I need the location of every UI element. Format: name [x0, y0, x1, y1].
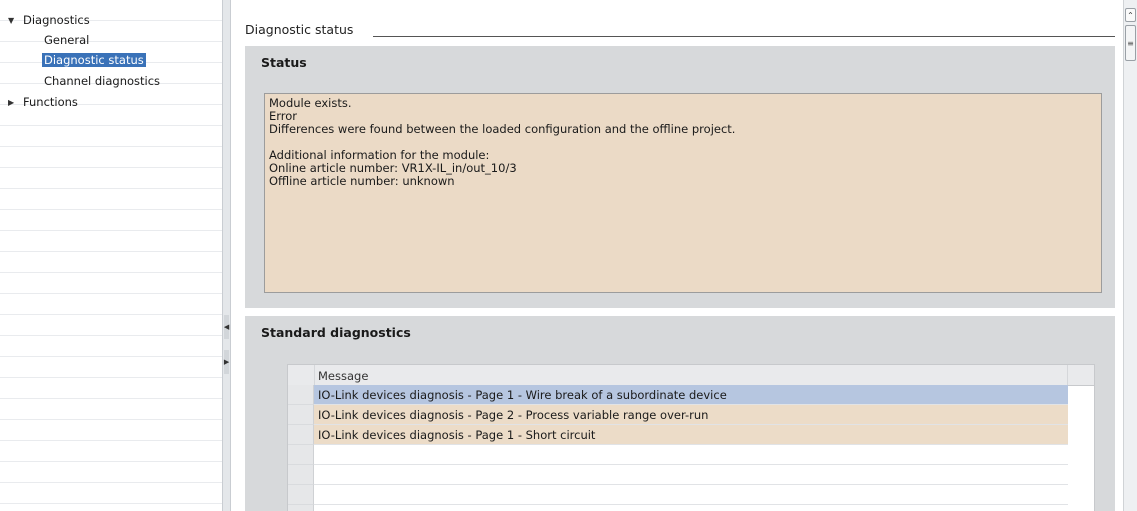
pane-splitter[interactable]: ◀ ▶: [222, 0, 231, 511]
row-header[interactable]: [288, 385, 314, 405]
section-title: Diagnostic status: [245, 22, 354, 37]
empty-cell: [314, 445, 1068, 465]
message-cell: IO-Link devices diagnosis - Page 1 - Sho…: [314, 425, 1068, 445]
triangle-right-icon[interactable]: ▶: [8, 93, 20, 113]
properties-window: ▼ Diagnostics General Diagnostic status C…: [0, 0, 1137, 511]
column-header-message[interactable]: Message: [315, 365, 368, 385]
empty-table-row: [288, 505, 1094, 511]
tree-item-label: Diagnostics: [23, 13, 90, 27]
status-line: Module exists.: [269, 96, 352, 110]
empty-cell: [314, 505, 1068, 511]
collapse-left-icon[interactable]: ◀: [224, 315, 229, 339]
tree-item-label: Diagnostic status: [42, 53, 146, 67]
tree-item-diagnostics[interactable]: ▼ Diagnostics: [8, 10, 90, 30]
tree-item-label: Functions: [23, 95, 78, 109]
content-area: Diagnostic status Status Module exists. …: [231, 0, 1123, 511]
status-text-box[interactable]: Module exists. Error Differences were fo…: [264, 93, 1102, 293]
scroll-up-icon[interactable]: ⌃: [1125, 8, 1136, 22]
empty-cell: [314, 465, 1068, 485]
table-row[interactable]: IO-Link devices diagnosis - Page 2 - Pro…: [288, 405, 1094, 425]
row-header[interactable]: [288, 425, 314, 445]
expand-right-icon[interactable]: ▶: [224, 350, 229, 374]
empty-table-row: [288, 465, 1094, 485]
tree-item-channel-diagnostics[interactable]: Channel diagnostics: [44, 71, 160, 91]
status-panel-title: Status: [261, 55, 307, 70]
table-header-end: [1067, 365, 1094, 385]
navigation-tree: ▼ Diagnostics General Diagnostic status C…: [0, 0, 223, 511]
tree-item-diagnostic-status[interactable]: Diagnostic status: [42, 50, 146, 70]
row-header: [288, 445, 314, 465]
empty-table-row: [288, 445, 1094, 465]
row-header[interactable]: [288, 405, 314, 425]
tree-item-label: General: [44, 33, 90, 47]
table-row[interactable]: IO-Link devices diagnosis - Page 1 - Wir…: [288, 385, 1094, 405]
table-header: Message: [288, 365, 1094, 386]
table-corner: [288, 365, 315, 385]
row-header: [288, 505, 314, 511]
message-cell: IO-Link devices diagnosis - Page 2 - Pro…: [314, 405, 1068, 425]
table-row[interactable]: IO-Link devices diagnosis - Page 1 - Sho…: [288, 425, 1094, 445]
status-panel: Status Module exists. Error Differences …: [245, 46, 1115, 308]
section-divider: [373, 36, 1115, 37]
tree-item-label: Channel diagnostics: [44, 74, 161, 88]
standard-diagnostics-title: Standard diagnostics: [261, 325, 411, 340]
empty-cell: [314, 485, 1068, 505]
row-header: [288, 485, 314, 505]
scroll-thumb[interactable]: ≡: [1125, 25, 1136, 61]
tree-item-general[interactable]: General: [44, 30, 89, 50]
status-line: Differences were found between the loade…: [269, 122, 736, 136]
vertical-scrollbar[interactable]: ⌃ ≡: [1123, 0, 1137, 511]
tree-item-functions[interactable]: ▶ Functions: [8, 92, 78, 112]
empty-table-row: [288, 485, 1094, 505]
status-line: Offline article number: unknown: [269, 174, 455, 188]
message-cell: IO-Link devices diagnosis - Page 1 - Wir…: [314, 385, 1068, 405]
standard-diagnostics-panel: Standard diagnostics Message IO-Link dev…: [245, 316, 1115, 511]
triangle-down-icon[interactable]: ▼: [8, 11, 20, 31]
row-header: [288, 465, 314, 485]
diagnostics-table: Message IO-Link devices diagnosis - Page…: [287, 364, 1095, 511]
